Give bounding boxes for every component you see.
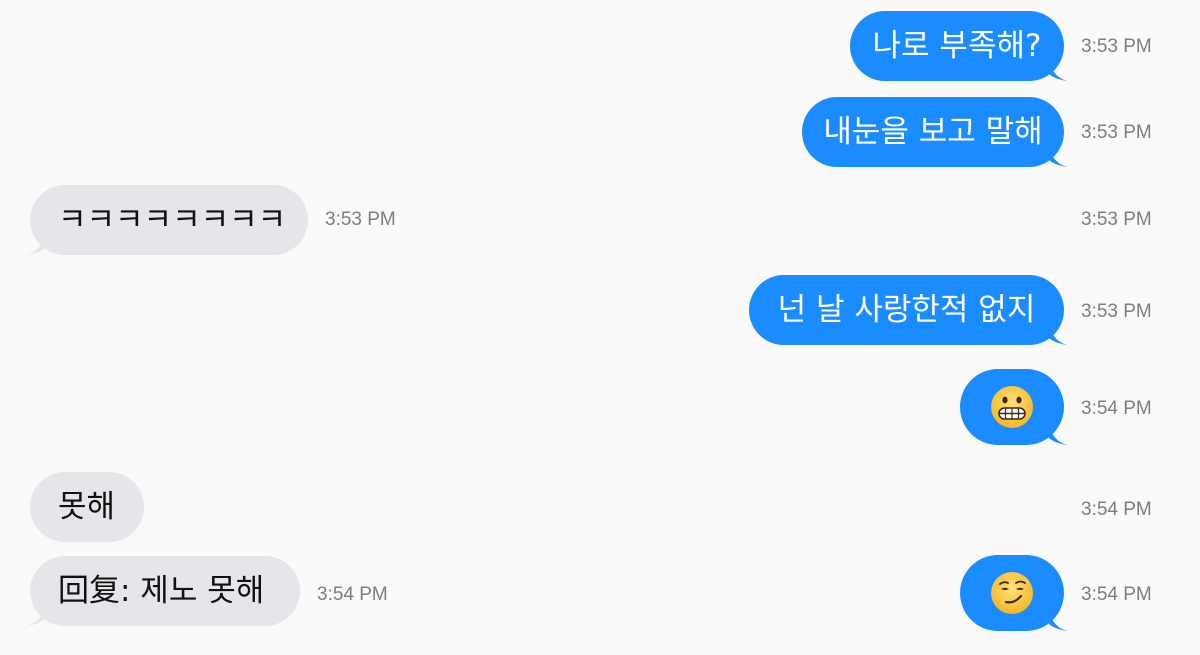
- incoming-message-bubble[interactable]: ㅋㅋㅋㅋㅋㅋㅋㅋ: [23, 185, 308, 256]
- bubble-tail: [1049, 610, 1071, 632]
- message-text: ㅋㅋㅋㅋㅋㅋㅋㅋ: [58, 201, 287, 238]
- bubble-tail: [23, 234, 45, 256]
- bubble-tail: [1049, 146, 1071, 168]
- incoming-message-bubble[interactable]: 못해: [30, 472, 144, 542]
- message-text: 넌 날 사랑한적 없지: [777, 291, 1036, 328]
- message-thread: 나로 부족해? 3:53 PM 내눈을 보고 말해 3:53 PM ㅋㅋㅋㅋㅋㅋ…: [0, 0, 1200, 655]
- outgoing-message-bubble[interactable]: 나로 부족해?: [850, 11, 1071, 82]
- bubble-tail: [1049, 324, 1071, 346]
- message-timestamp: 3:53 PM: [1081, 301, 1152, 322]
- bubble-tail: [1049, 424, 1071, 446]
- message-text: 나로 부족해?: [872, 27, 1042, 64]
- outgoing-message-bubble[interactable]: 넌 날 사랑한적 없지: [749, 275, 1071, 346]
- message-timestamp: 3:53 PM: [1081, 122, 1152, 143]
- message-timestamp: 3:54 PM: [317, 584, 388, 605]
- smirking-face-icon: [991, 572, 1033, 614]
- message-timestamp: 3:54 PM: [1081, 499, 1152, 520]
- bubble-tail: [1049, 60, 1071, 82]
- message-timestamp: 3:54 PM: [1081, 398, 1152, 419]
- message-timestamp: 3:53 PM: [1081, 209, 1152, 230]
- message-timestamp: 3:53 PM: [1081, 36, 1152, 57]
- outgoing-message-bubble[interactable]: 내눈을 보고 말해: [802, 97, 1071, 168]
- incoming-message-bubble[interactable]: 回复: 제노 못해: [23, 556, 300, 627]
- outgoing-emoji-bubble[interactable]: [960, 555, 1071, 632]
- message-timestamp: 3:54 PM: [1081, 584, 1152, 605]
- bubble-tail: [23, 605, 45, 627]
- grimacing-face-icon: [991, 386, 1033, 428]
- outgoing-emoji-bubble[interactable]: [960, 369, 1071, 446]
- message-text: 回复: 제노 못해: [58, 572, 265, 609]
- message-text: 내눈을 보고 말해: [823, 113, 1043, 150]
- message-timestamp: 3:53 PM: [325, 209, 396, 230]
- message-text: 못해: [58, 488, 116, 525]
